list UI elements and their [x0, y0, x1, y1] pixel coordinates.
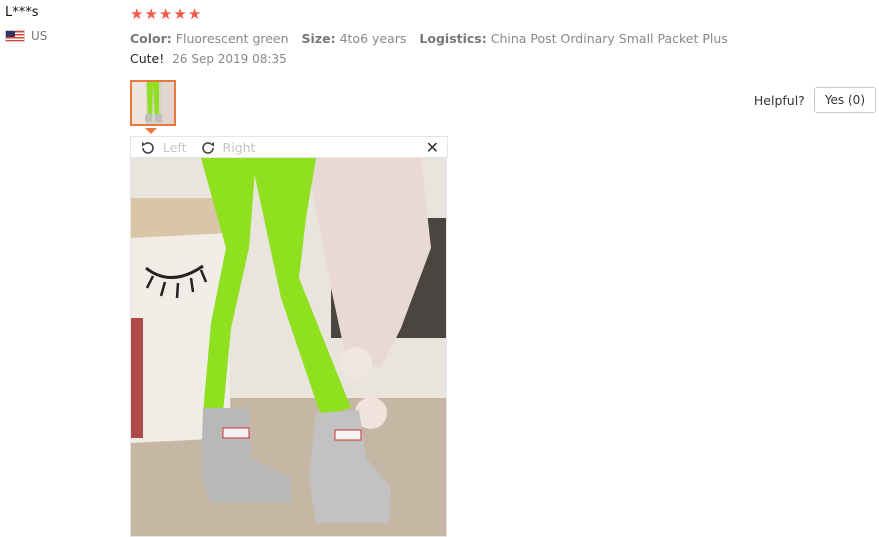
- rotate-right-button[interactable]: Right: [199, 139, 256, 157]
- star-icon: ★: [144, 4, 158, 23]
- review-photo-thumbnail[interactable]: [130, 80, 176, 126]
- star-icon: ★: [158, 4, 173, 23]
- attr-size-value: 4to6 years: [339, 30, 407, 46]
- review-comment: Cute! 26 Sep 2019 08:35: [130, 51, 879, 73]
- photo-viewer-toolbar: Left Right ✕: [130, 136, 448, 158]
- review-photo: [130, 157, 447, 537]
- product-attributes: Color: Fluorescent green Size: 4to6 year…: [130, 27, 879, 49]
- star-icon: ★: [187, 4, 202, 23]
- attr-logistics-value: China Post Ordinary Small Packet Plus: [490, 30, 728, 46]
- us-flag-icon: [5, 30, 25, 42]
- attr-color: Color: Fluorescent green: [130, 31, 289, 46]
- attr-logistics: Logistics: China Post Ordinary Small Pac…: [419, 31, 727, 46]
- reviewer-info: L***s US: [5, 5, 115, 43]
- reviewer-country: US: [5, 29, 115, 43]
- thumbnail-pointer: [145, 128, 157, 134]
- star-icon: ★: [173, 4, 187, 23]
- rotate-left-label: Left: [163, 140, 187, 155]
- reviewer-name: L***s: [5, 5, 39, 20]
- rotate-right-icon: [201, 141, 214, 154]
- thumbnail-image: [132, 82, 174, 124]
- attr-size-key: Size:: [301, 30, 336, 46]
- rotate-right-label: Right: [222, 140, 256, 155]
- rotate-left-button[interactable]: Left: [139, 139, 187, 157]
- review-body: ★ ★ ★ ★ ★ Color: Fluorescent green Size:…: [130, 4, 879, 537]
- review-photo-image: [131, 158, 446, 536]
- attr-size: Size: 4to6 years: [302, 31, 407, 46]
- attr-color-value: Fluorescent green: [175, 30, 289, 46]
- comment-date: 26 Sep 2019 08:35: [172, 52, 287, 66]
- helpful-section: Helpful? Yes (0): [754, 87, 876, 113]
- attr-logistics-key: Logistics:: [419, 30, 487, 46]
- comment-text: Cute!: [130, 51, 165, 66]
- rotate-left-icon: [142, 141, 154, 154]
- star-icon: ★: [130, 4, 144, 23]
- star-rating: ★ ★ ★ ★ ★: [130, 4, 879, 24]
- helpful-label: Helpful?: [753, 92, 805, 108]
- attr-color-key: Color:: [130, 30, 172, 46]
- country-code: US: [31, 29, 48, 43]
- close-icon[interactable]: ✕: [426, 139, 439, 156]
- helpful-yes-button[interactable]: Yes (0): [813, 87, 876, 113]
